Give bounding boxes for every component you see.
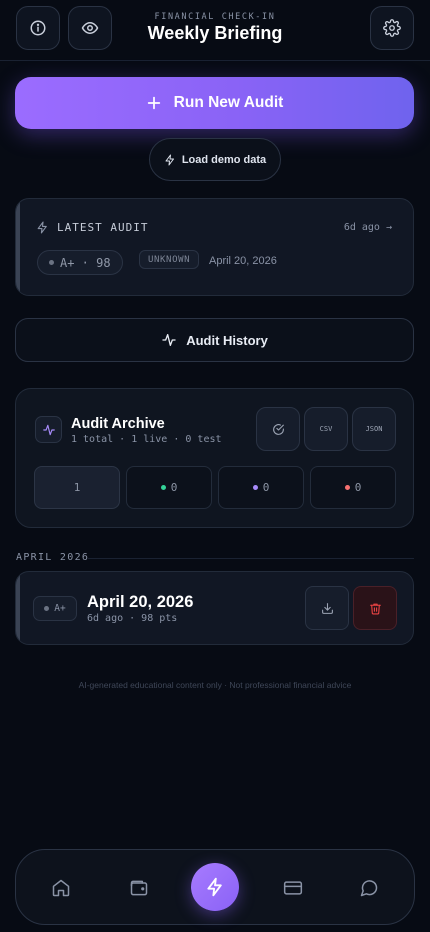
page-title: Weekly Briefing [147,23,283,43]
load-demo-data-label: Load demo data [181,153,267,166]
nav-cards[interactable] [274,869,312,907]
filter-all-stat[interactable]: 1 [34,466,120,509]
export-json-button[interactable]: JSON [352,407,396,451]
latest-audit-age-link[interactable]: 6d ago → [344,222,392,233]
card-accent-bar [16,199,20,295]
grade-score-pill: A+ · 98 [37,250,123,275]
wallet-icon [129,878,149,898]
stat-value: 0 [262,481,270,494]
status-dot [252,485,258,490]
stat-value: 0 [170,481,178,494]
entry-grade-text: A+ [54,603,66,614]
entry-grade-badge: A+ [33,596,77,621]
audit-archive-card: Audit Archive 1 total · 1 live · 0 test … [15,388,414,528]
chat-icon [359,878,379,898]
filter-test-stat[interactable]: 0 [218,466,304,509]
entry-title: April 20, 2026 [87,593,194,611]
nav-home[interactable] [42,869,80,907]
header: FINANCIAL CHECK-IN Weekly Briefing [0,0,430,61]
download-button[interactable] [305,586,349,630]
bottom-nav [15,849,415,925]
nav-chat[interactable] [350,869,388,907]
card-accent-bar [16,572,20,644]
download-icon [321,602,334,615]
card-icon [283,878,303,898]
status-badge: UNKNOWN [139,250,200,269]
audit-history-button[interactable]: Audit History [15,318,414,362]
home-icon [51,878,71,898]
activity-icon [42,423,56,437]
divider [88,558,414,559]
export-csv-button[interactable]: CSV [304,407,348,451]
status-dot [344,485,350,490]
stat-value: 1 [73,481,81,494]
status-dot [160,485,166,490]
lightning-icon [205,877,225,897]
nav-audit[interactable] [191,863,239,911]
grade-score-text: A+ · 98 [60,255,111,270]
archive-subtitle: 1 total · 1 live · 0 test [71,434,222,445]
run-new-audit-button[interactable]: Run New Audit [15,77,414,129]
lightning-icon [36,221,49,234]
delete-button[interactable] [353,586,397,630]
audit-entry-row[interactable]: A+ April 20, 2026 6d ago · 98 pts [15,571,414,645]
archive-title: Audit Archive [71,416,165,432]
latest-audit-card[interactable]: LATEST AUDIT 6d ago → A+ · 98 UNKNOWN Ap… [15,198,414,296]
header-eyebrow: FINANCIAL CHECK-IN [154,12,276,22]
latest-audit-date: April 20, 2026 [209,255,277,267]
stat-value: 0 [354,481,362,494]
latest-audit-label: LATEST AUDIT [57,221,149,234]
settings-button[interactable] [370,6,414,50]
lightning-icon [164,154,176,166]
run-new-audit-label: Run New Audit [173,94,284,111]
verify-button[interactable] [256,407,300,451]
archive-icon-box [35,416,62,443]
activity-icon [161,332,177,348]
month-group-label: APRIL 2026 [16,552,90,563]
entry-subtitle: 6d ago · 98 pts [87,613,178,624]
filter-live-stat[interactable]: 0 [126,466,212,509]
load-demo-data-button[interactable]: Load demo data [149,138,281,181]
plus-icon [146,95,162,111]
disclaimer: AI-generated educational content only · … [78,680,352,690]
gear-icon [383,19,401,37]
nav-wallet[interactable] [120,869,158,907]
latest-audit-header: LATEST AUDIT [36,221,148,234]
check-circle-icon [272,423,285,436]
audit-history-label: Audit History [186,332,268,348]
filter-failed-stat[interactable]: 0 [310,466,396,509]
grade-dot [49,260,54,265]
trash-icon [369,602,382,615]
grade-dot [44,606,50,611]
